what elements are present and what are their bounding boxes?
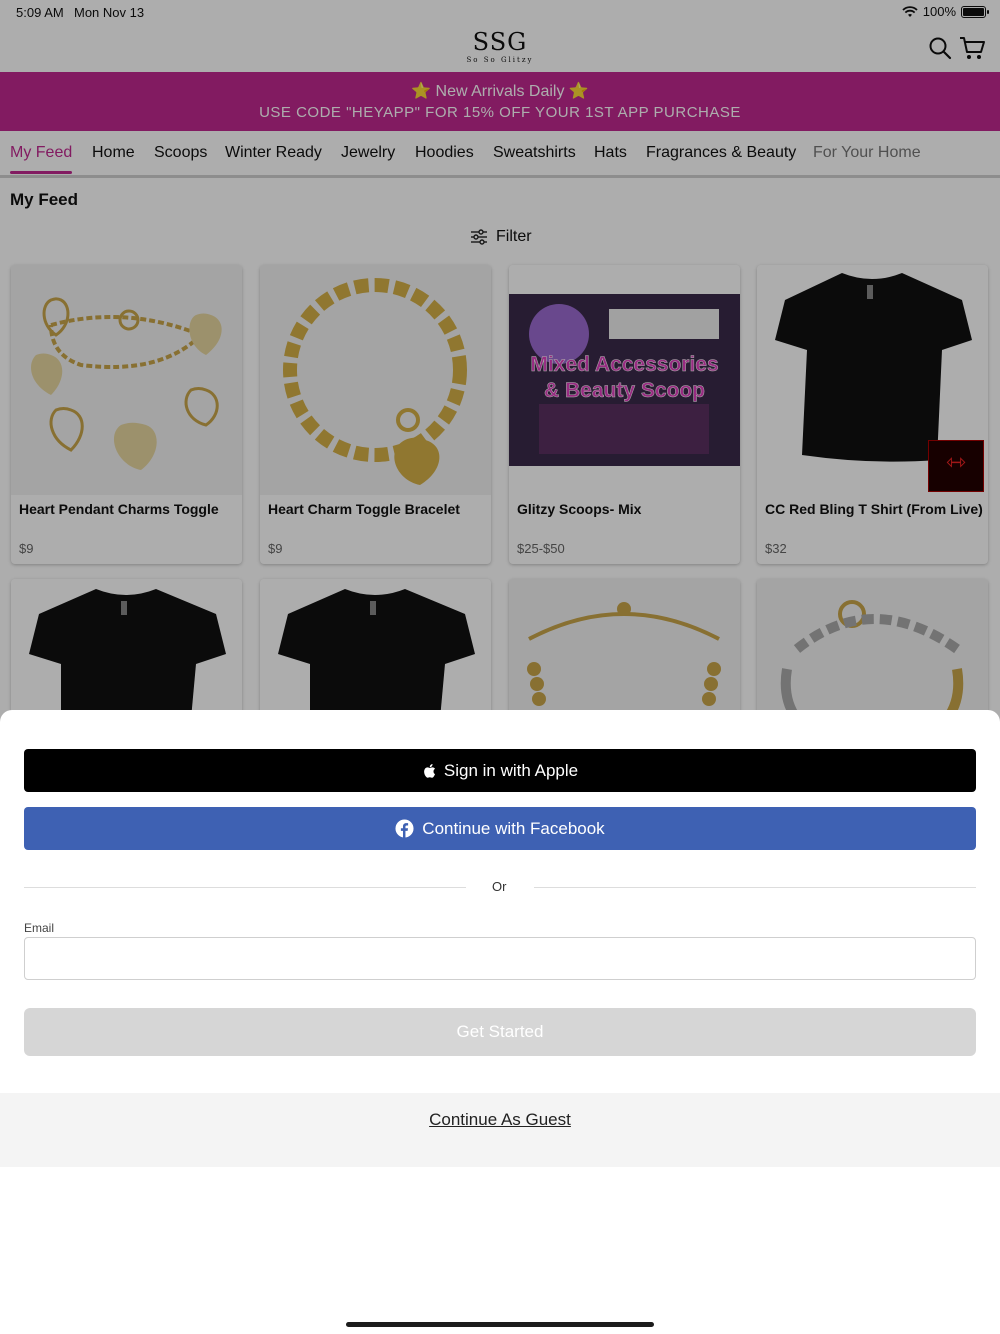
facebook-icon (395, 819, 414, 838)
facebook-button-label: Continue with Facebook (422, 818, 605, 838)
apple-button-label: Sign in with Apple (443, 760, 579, 780)
get-started-button[interactable]: Get Started (24, 1008, 976, 1056)
email-label: Email (24, 921, 55, 935)
apple-icon (424, 763, 435, 778)
sign-in-sheet: Sign in with Apple Continue with Faceboo… (0, 710, 1000, 1334)
sign-in-with-apple-button[interactable]: Sign in with Apple (24, 749, 976, 792)
email-field[interactable] (24, 937, 976, 980)
guest-section: Continue As Guest (0, 1093, 1000, 1167)
or-divider: Or (24, 878, 976, 898)
home-indicator[interactable] (346, 1322, 654, 1327)
continue-with-facebook-button[interactable]: Continue with Facebook (24, 807, 976, 850)
divider-line-left (24, 887, 466, 888)
divider-line-right (534, 887, 976, 888)
or-label: Or (492, 879, 507, 894)
continue-as-guest-link[interactable]: Continue As Guest (429, 1110, 571, 1130)
